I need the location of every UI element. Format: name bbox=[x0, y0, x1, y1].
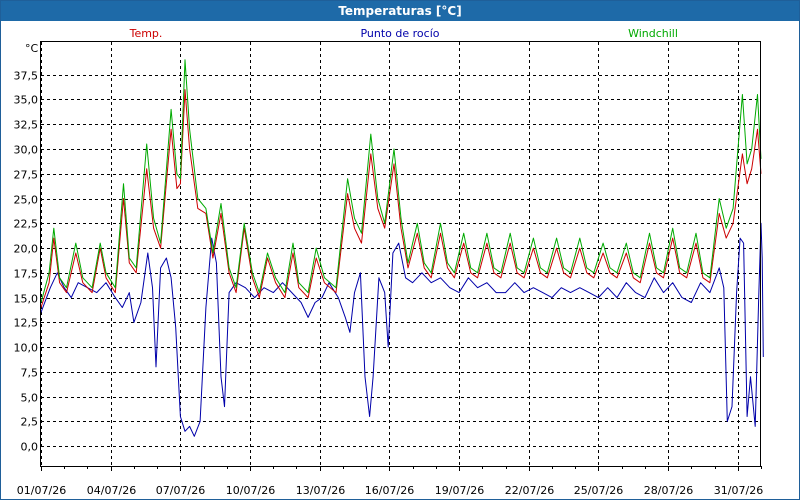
x-tick-label: 04/07/26 bbox=[87, 484, 136, 497]
y-tick-label: 7,5 bbox=[21, 367, 39, 380]
y-tick-label: 30,0 bbox=[14, 144, 39, 157]
x-tick-label: 07/07/26 bbox=[156, 484, 205, 497]
y-tick-label: 32,5 bbox=[14, 119, 39, 132]
y-tick-label: 22,5 bbox=[14, 218, 39, 231]
legend-dewpoint: Punto de rocío bbox=[360, 27, 439, 40]
chart-title: Temperaturas [°C] bbox=[1, 1, 799, 21]
x-tick-label: 22/07/26 bbox=[505, 484, 554, 497]
y-tick-label: 5,0 bbox=[21, 392, 39, 405]
y-tick-label: 17,5 bbox=[14, 268, 39, 281]
y-tick-label: 35,0 bbox=[14, 94, 39, 107]
y-tick-label: 10,0 bbox=[14, 342, 39, 355]
y-tick-label: 25,0 bbox=[14, 194, 39, 207]
y-tick-label: 20,0 bbox=[14, 243, 39, 256]
temperature-chart: 0,0 2,5 5,0 7,5 10,0 12,5 15,0 17,5 20,0 22,5 25,0… bbox=[14, 27, 764, 497]
legend-windchill: Windchill bbox=[628, 27, 678, 40]
y-tick-label: 37,5 bbox=[14, 70, 39, 83]
legend-temp: Temp. bbox=[129, 27, 163, 40]
x-tick-label: 13/07/26 bbox=[296, 484, 345, 497]
y-tick-label: 2,5 bbox=[21, 416, 39, 429]
y-tick-label: 27,5 bbox=[14, 169, 39, 182]
y-axis: 0,0 2,5 5,0 7,5 10,0 12,5 15,0 17,5 20,0 22,5 25,0… bbox=[14, 70, 39, 454]
x-tick-label: 31/07/26 bbox=[714, 484, 763, 497]
x-tick-label: 25/07/26 bbox=[574, 484, 623, 497]
x-axis: 01/07/26 04/07/26 07/07/26 10/07/26 13/07/26… bbox=[17, 466, 763, 497]
x-tick-label: 16/07/26 bbox=[365, 484, 414, 497]
x-tick-label: 10/07/26 bbox=[226, 484, 275, 497]
x-tick-label: 28/07/26 bbox=[644, 484, 693, 497]
chart-window: Temperaturas [°C] 0,0 2,5 5,0 7,5 10,0 12,5 15… bbox=[0, 0, 800, 500]
y-tick-label: 15,0 bbox=[14, 293, 39, 306]
windchill-line bbox=[40, 59, 762, 303]
y-tick-label: 12,5 bbox=[14, 317, 39, 330]
x-tick-label: 01/07/26 bbox=[17, 484, 66, 497]
y-tick-label: 0,0 bbox=[21, 441, 39, 454]
dewpoint-line bbox=[40, 222, 764, 437]
x-tick-label: 19/07/26 bbox=[435, 484, 484, 497]
temp-line bbox=[40, 89, 762, 308]
y-axis-unit-label: °C bbox=[25, 42, 39, 55]
